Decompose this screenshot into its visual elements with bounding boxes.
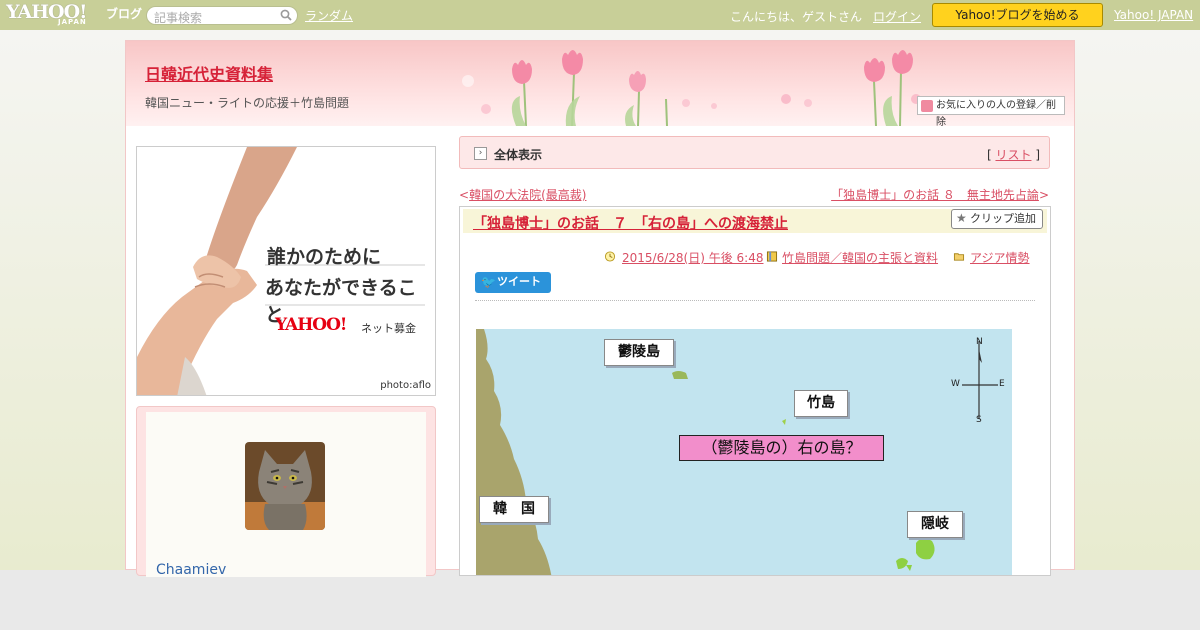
map-label-right-island: （鬱陵島の）右の島？ [679, 435, 884, 461]
random-link[interactable]: ランダム [305, 7, 353, 24]
star-icon: ★ [956, 211, 967, 225]
article: 「独島博士」のお話 ７ 「右の島」への渡海禁止 ★ クリップ追加 2015/6/… [459, 206, 1051, 576]
yahoo-japan-link[interactable]: Yahoo! JAPAN [1114, 8, 1193, 22]
favorite-icon [921, 100, 933, 112]
blog-header: 日韓近代史資料集 韓国ニュー・ライトの応援＋竹島問題 お気に入りの人の登録／削除 [126, 41, 1074, 126]
yahoo-blog-logo[interactable]: YAHOO! JAPAN ブログ [6, 1, 143, 28]
clock-icon [604, 251, 616, 262]
article-title-link[interactable]: 「独島博士」のお話 ７ 「右の島」への渡海禁止 [473, 213, 788, 233]
article-search-input[interactable]: 記事検索 [146, 6, 298, 25]
next-article-link[interactable]: 「独島博士」のお話 ８ 無主地先占論 [831, 188, 1039, 202]
search-icon[interactable] [280, 9, 292, 21]
profile-inner: Chaamiev [146, 412, 426, 578]
ad-photo-credit: photo:aflo [380, 380, 431, 391]
map-label-takeshima: 竹島 [794, 390, 848, 417]
blog-service-label: ブログ [106, 7, 143, 21]
blog-subtitle: 韓国ニュー・ライトの応援＋竹島問題 [145, 96, 350, 110]
next-article-nav: 「独島博士」のお話 ８ 無主地先占論> [831, 186, 1049, 203]
view-mode-bar: › 全体表示 [ リスト ] [459, 136, 1050, 169]
list-toggle: [ リスト ] [987, 146, 1040, 163]
prev-arrow: < [459, 188, 470, 202]
list-view-link[interactable]: リスト [995, 148, 1031, 162]
tweet-button-label: ツイート [497, 275, 541, 288]
article-meta: 2015/6/28(日) 午後 6:48 竹島問題／韓国の主張と資料 アジア情勢 [460, 249, 1050, 266]
view-all-icon: › [474, 147, 487, 160]
tweet-button[interactable]: 🐦 ツイート [475, 272, 551, 293]
favorite-register-button[interactable]: お気に入りの人の登録／削除 [917, 96, 1065, 126]
meta-divider [475, 300, 1035, 301]
prev-article-link[interactable]: 韓国の大法院(最高裁) [469, 188, 586, 202]
cat-avatar-image [245, 442, 325, 530]
page-bottom-area [0, 570, 1200, 630]
profile-box: Chaamiev [136, 406, 436, 578]
ad-headline-1: 誰かのために [267, 246, 382, 268]
compass-west: W [951, 379, 960, 389]
compass-south: S [976, 415, 982, 425]
twitter-bird-icon: 🐦 [481, 275, 496, 289]
map-label-korea: 韓 国 [479, 496, 549, 523]
avatar[interactable] [245, 442, 325, 530]
charity-ad-banner[interactable]: 誰かのために あなたができること YAHOO! ネット募金 photo:aflo [136, 146, 436, 396]
search-placeholder: 記事検索 [154, 11, 203, 25]
profile-username-link[interactable]: Chaamiev [156, 562, 226, 578]
compass-north: N [976, 337, 983, 347]
ad-tagline: ネット募金 [361, 322, 416, 335]
yahoo-logo-sub: JAPAN [58, 18, 87, 26]
ad-yahoo-logo: YAHOO! [275, 315, 347, 335]
article-datetime-link[interactable]: 2015/6/28(日) 午後 6:48 [622, 249, 763, 266]
map-label-oki: 隠岐 [907, 511, 963, 538]
map-label-ulleungdo: 鬱陵島 [604, 339, 674, 366]
handshake-image [137, 147, 435, 395]
category-book-icon [766, 251, 778, 262]
guest-greeting: こんにちは、ゲストさん [730, 10, 863, 24]
article-header: 「独島博士」のお話 ７ 「右の島」への渡海禁止 ★ クリップ追加 [463, 209, 1047, 233]
login-link[interactable]: ログイン [873, 8, 921, 25]
article-map-image: 鬱陵島 竹島 （鬱陵島の）右の島？ 韓 国 隠岐 N S W E [476, 329, 1012, 575]
blog-container: 日韓近代史資料集 韓国ニュー・ライトの応援＋竹島問題 お気に入りの人の登録／削除… [125, 40, 1075, 578]
blog-title-link[interactable]: 日韓近代史資料集 [145, 61, 273, 85]
list-bracket-open: [ [986, 148, 992, 162]
start-blog-button[interactable]: Yahoo!ブログを始める [932, 3, 1103, 27]
folder-icon [953, 253, 965, 261]
article-folder-link[interactable]: アジア情勢 [970, 249, 1030, 266]
next-arrow: > [1038, 188, 1049, 202]
top-bar: YAHOO! JAPAN ブログ 記事検索 ランダム こんにちは、ゲストさん ロ… [0, 0, 1200, 30]
list-bracket-close: ] [1035, 148, 1040, 162]
clip-add-button[interactable]: ★ クリップ追加 [951, 209, 1043, 229]
clip-button-label: クリップ追加 [970, 212, 1036, 225]
prev-article-nav: <韓国の大法院(最高裁) [459, 186, 586, 203]
compass-east: E [999, 379, 1005, 389]
view-all-label: 全体表示 [494, 148, 543, 162]
article-category-link[interactable]: 竹島問題／韓国の主張と資料 [782, 249, 938, 266]
